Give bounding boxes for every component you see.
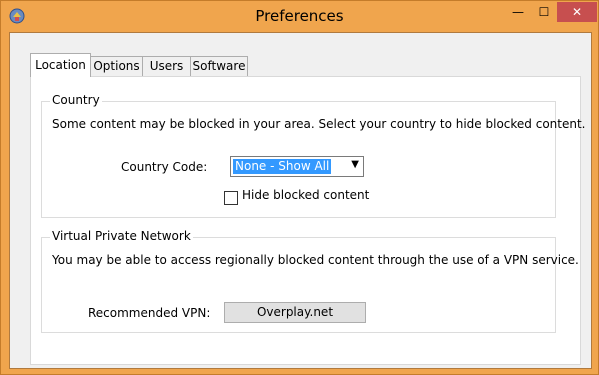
preferences-window: Preferences — ☐ ✕ Location Options Users…: [0, 0, 599, 375]
client-area: Location Options Users Software Country …: [9, 32, 592, 369]
tab-location[interactable]: Location: [30, 53, 91, 77]
location-tab-panel: Country Some content may be blocked in y…: [30, 76, 585, 365]
vpn-description: You may be able to access regionally blo…: [52, 253, 579, 267]
hide-blocked-label[interactable]: Hide blocked content: [242, 188, 369, 202]
tab-software[interactable]: Software: [190, 56, 248, 76]
maximize-button[interactable]: ☐: [531, 2, 557, 22]
country-description: Some content may be blocked in your area…: [52, 117, 586, 131]
overplay-button[interactable]: Overplay.net: [224, 302, 366, 323]
tab-options[interactable]: Options: [90, 56, 143, 76]
country-code-select[interactable]: None - Show All ▼: [230, 156, 364, 177]
minimize-button[interactable]: —: [505, 2, 531, 22]
chevron-down-icon: ▼: [351, 159, 359, 170]
vpn-group-label: Virtual Private Network: [50, 229, 193, 243]
close-button[interactable]: ✕: [557, 2, 597, 22]
country-code-value: None - Show All: [233, 159, 332, 174]
title-bar[interactable]: Preferences — ☐ ✕: [1, 1, 598, 32]
recommended-vpn-label: Recommended VPN:: [88, 306, 211, 320]
hide-blocked-checkbox[interactable]: [224, 191, 238, 205]
country-group: Country Some content may be blocked in y…: [41, 93, 585, 218]
maximize-icon: ☐: [538, 5, 550, 19]
minimize-icon: —: [512, 5, 524, 19]
close-icon: ✕: [571, 5, 583, 19]
vpn-group: Virtual Private Network You may be able …: [41, 229, 579, 333]
tab-users[interactable]: Users: [142, 56, 191, 76]
country-code-label: Country Code:: [121, 160, 208, 174]
country-group-label: Country: [50, 93, 102, 107]
